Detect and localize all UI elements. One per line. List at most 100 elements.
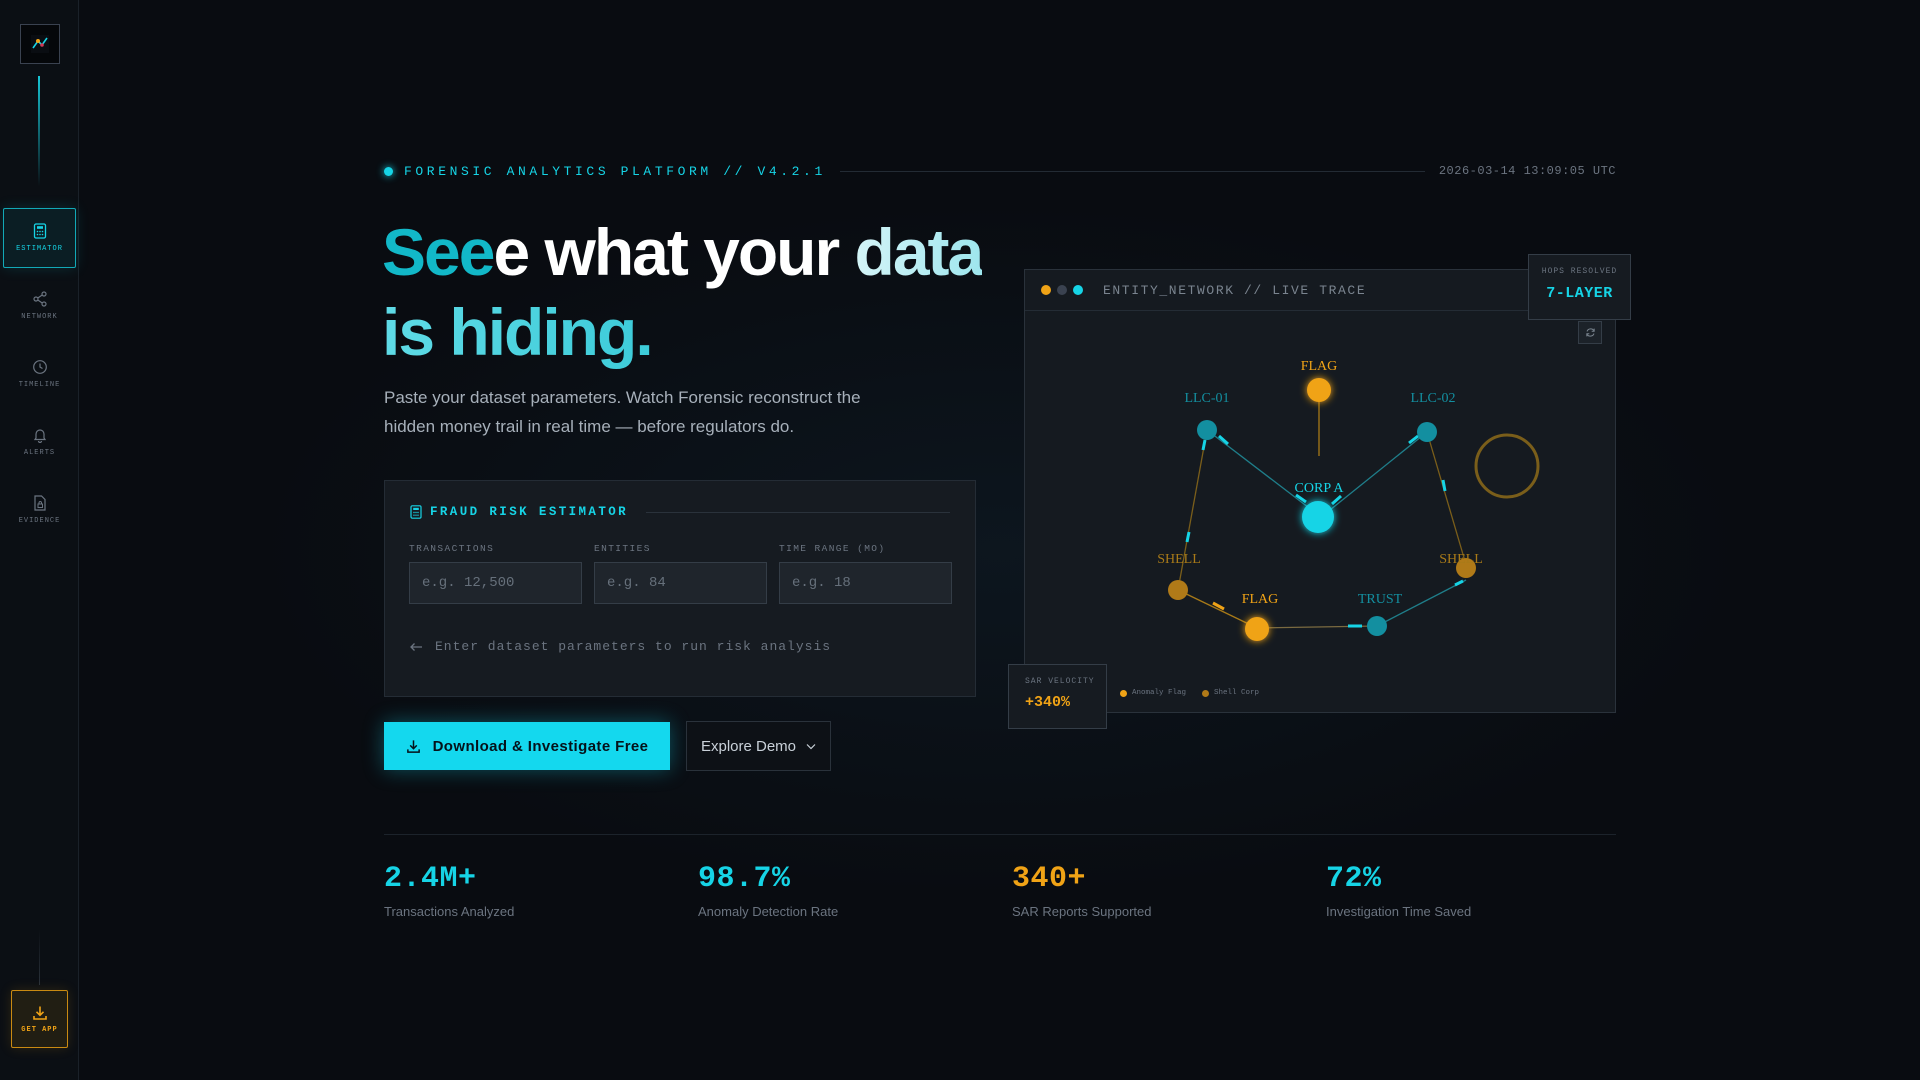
sidebar-divider [39, 930, 40, 985]
sar-velocity-card: SAR VELOCITY +340% [1008, 664, 1107, 729]
headline-highlight: data [854, 215, 985, 289]
node-flag-top[interactable] [1307, 378, 1331, 402]
packet-10 [1454, 579, 1464, 587]
sidebar-item-label: NETWORK [21, 313, 58, 321]
hops-label: HOPS RESOLVED [1541, 267, 1618, 276]
arrow-left-icon [410, 642, 422, 651]
sar-label: SAR VELOCITY [1025, 677, 1095, 686]
chevron-down-icon [806, 743, 816, 749]
entities-input[interactable] [594, 562, 767, 604]
logo-icon [31, 35, 49, 53]
download-icon [32, 1006, 47, 1020]
sidebar-item-evidence[interactable]: EVIDENCE [3, 480, 76, 540]
explore-demo-label: Explore Demo [700, 737, 797, 755]
platform-header: FORENSIC ANALYTICS PLATFORM // V4.2.1 20… [384, 160, 1616, 182]
estimator-hint-text: Enter dataset parameters to run risk ana… [435, 639, 832, 654]
download-investigate-button[interactable]: Download & Investigate Free [384, 722, 670, 770]
timestamp: 2026-03-14 13:09:05 UTC [1438, 164, 1616, 178]
stat-label: Anomaly Detection Rate [698, 904, 839, 919]
node-flag-bottom[interactable] [1245, 617, 1269, 641]
network-legend: Anomaly Flag Shell Corp [1120, 689, 1259, 697]
stat-value: 72% [1326, 862, 1382, 896]
hero-headline: Seee what your data is hiding. [382, 212, 985, 372]
packet-5 [1201, 439, 1207, 451]
get-app-label: GET APP [21, 1025, 58, 1034]
entities-label: ENTITIES [594, 543, 651, 554]
time-range-field: TIME RANGE (MO) [779, 543, 952, 604]
status-dot [384, 166, 393, 176]
stat-label: SAR Reports Supported [1012, 904, 1152, 919]
get-app-button[interactable]: GET APP [11, 990, 68, 1048]
node-llc02[interactable] [1417, 422, 1437, 442]
hops-resolved-card: HOPS RESOLVED 7-LAYER [1528, 254, 1631, 320]
calculator-icon [33, 223, 46, 239]
sidebar-item-label: EVIDENCE [18, 517, 61, 525]
bell-icon [33, 429, 46, 443]
node-corp-a[interactable] [1302, 501, 1334, 533]
network-graph: FLAG LLC-01 LLC-02 CORP A SHELL SHELL FL… [1157, 359, 1540, 641]
app-logo[interactable] [20, 24, 60, 64]
stat-label: Investigation Time Saved [1326, 904, 1472, 919]
label-corp-a: CORP A [1295, 481, 1345, 496]
time-range-label: TIME RANGE (MO) [779, 543, 886, 554]
share-icon [32, 291, 47, 307]
stat-time-saved: 72% Investigation Time Saved [1326, 862, 1471, 919]
transactions-label: TRANSACTIONS [409, 543, 495, 554]
calculator-icon [410, 505, 422, 519]
entity-network-panel: ENTITY_NETWORK // LIVE TRACE FLAG LLC-01… [1024, 269, 1616, 713]
sar-value: +340% [1025, 694, 1071, 711]
label-shell-right: SHELL [1439, 552, 1483, 567]
download-button-label: Download & Investigate Free [432, 737, 649, 755]
fraud-risk-estimator: FRAUD RISK ESTIMATOR TRANSACTIONS ENTITI… [384, 480, 976, 697]
entities-field: ENTITIES [594, 543, 767, 604]
estimator-title: FRAUD RISK ESTIMATOR [430, 505, 629, 519]
download-icon [406, 739, 420, 753]
sidebar-item-network[interactable]: NETWORK [3, 276, 76, 336]
stats-divider [384, 834, 1616, 835]
label-trust: TRUST [1358, 592, 1403, 607]
header-divider [839, 170, 1425, 172]
stat-value: 340+ [1012, 862, 1087, 896]
label-flag-bottom: FLAG [1242, 592, 1279, 607]
stat-transactions: 2.4M+ Transactions Analyzed [384, 862, 514, 919]
packet-7 [1441, 479, 1447, 492]
stat-detection-rate: 98.7% Anomaly Detection Rate [698, 862, 838, 919]
headline-accent: See [382, 215, 495, 289]
legend-item-shell: Shell Corp [1202, 689, 1259, 697]
estimator-hint: Enter dataset parameters to run risk ana… [409, 639, 831, 654]
platform-name: FORENSIC ANALYTICS PLATFORM // V4.2.1 [404, 163, 826, 179]
estimator-divider [646, 511, 950, 513]
sidebar-item-timeline[interactable]: TIMELINE [3, 344, 76, 404]
sidebar-item-estimator[interactable]: ESTIMATOR [3, 208, 76, 268]
transactions-input[interactable] [409, 562, 582, 604]
transactions-field: TRANSACTIONS [409, 543, 582, 604]
stat-sar-reports: 340+ SAR Reports Supported [1012, 862, 1151, 919]
label-llc01: LLC-01 [1184, 391, 1229, 406]
edge-llc02-shell [1426, 431, 1468, 569]
explore-demo-button[interactable]: Explore Demo [686, 721, 831, 771]
sidebar-item-label: ESTIMATOR [16, 245, 63, 253]
sidebar-accent-line [38, 76, 40, 186]
edge-llc01-corp [1206, 429, 1318, 515]
sidebar-item-label: ALERTS [23, 449, 56, 457]
headline-text: e what your [493, 215, 840, 289]
hops-value: 7-LAYER [1546, 285, 1613, 302]
stat-value: 2.4M+ [384, 862, 477, 896]
label-shell-left: SHELL [1157, 552, 1201, 567]
time-range-input[interactable] [779, 562, 952, 604]
node-llc01[interactable] [1197, 420, 1217, 440]
node-shell-left[interactable] [1168, 580, 1188, 600]
sidebar-item-label: TIMELINE [18, 381, 61, 389]
node-trust[interactable] [1367, 616, 1387, 636]
label-llc02: LLC-02 [1410, 391, 1455, 406]
legend-item-anomaly: Anomaly Flag [1120, 689, 1186, 697]
sidebar: ESTIMATOR NETWORK TIMELINE ALERTS EVIDEN… [0, 0, 79, 1080]
headline-line-2: is hiding. [382, 292, 982, 372]
edge-llc02-corp [1324, 431, 1428, 515]
sidebar-item-alerts[interactable]: ALERTS [3, 412, 76, 472]
file-lock-icon [33, 495, 46, 511]
label-flag-top: FLAG [1301, 359, 1338, 374]
clock-icon [32, 360, 47, 374]
stat-value: 98.7% [698, 862, 791, 896]
target-ring [1474, 433, 1540, 499]
